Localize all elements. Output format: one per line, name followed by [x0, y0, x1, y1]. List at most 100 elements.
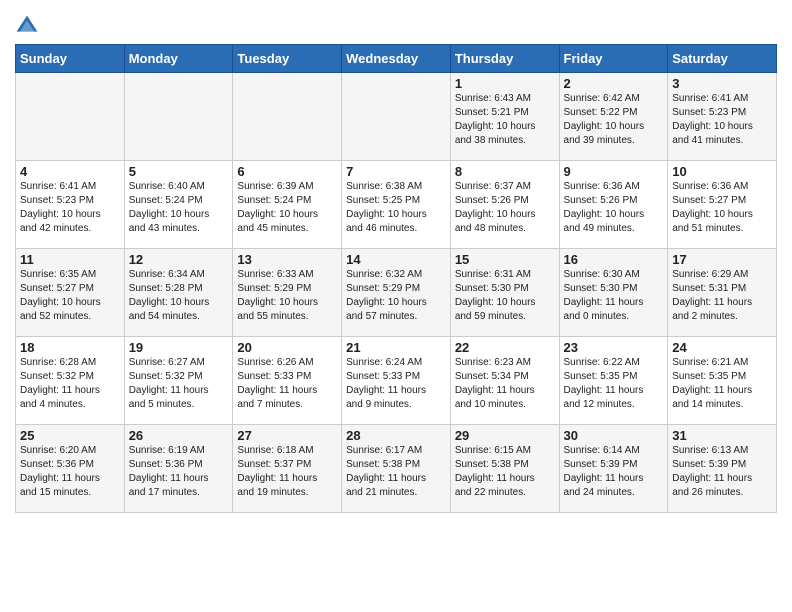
- calendar-day-cell: 10Sunrise: 6:36 AM Sunset: 5:27 PM Dayli…: [668, 161, 777, 249]
- day-number: 26: [129, 428, 229, 443]
- calendar-day-cell: 29Sunrise: 6:15 AM Sunset: 5:38 PM Dayli…: [450, 425, 559, 513]
- calendar-day-cell: 9Sunrise: 6:36 AM Sunset: 5:26 PM Daylig…: [559, 161, 668, 249]
- calendar-day-cell: 4Sunrise: 6:41 AM Sunset: 5:23 PM Daylig…: [16, 161, 125, 249]
- day-number: 30: [564, 428, 664, 443]
- calendar-day-cell: 11Sunrise: 6:35 AM Sunset: 5:27 PM Dayli…: [16, 249, 125, 337]
- calendar-day-cell: 2Sunrise: 6:42 AM Sunset: 5:22 PM Daylig…: [559, 73, 668, 161]
- calendar-table: SundayMondayTuesdayWednesdayThursdayFrid…: [15, 44, 777, 513]
- calendar-day-cell: 19Sunrise: 6:27 AM Sunset: 5:32 PM Dayli…: [124, 337, 233, 425]
- day-info: Sunrise: 6:29 AM Sunset: 5:31 PM Dayligh…: [672, 268, 772, 324]
- day-number: 17: [672, 252, 772, 267]
- day-info: Sunrise: 6:26 AM Sunset: 5:33 PM Dayligh…: [237, 356, 337, 412]
- day-number: 12: [129, 252, 229, 267]
- calendar-day-cell: 18Sunrise: 6:28 AM Sunset: 5:32 PM Dayli…: [16, 337, 125, 425]
- calendar-day-cell: 3Sunrise: 6:41 AM Sunset: 5:23 PM Daylig…: [668, 73, 777, 161]
- day-number: 18: [20, 340, 120, 355]
- calendar-week-row: 11Sunrise: 6:35 AM Sunset: 5:27 PM Dayli…: [16, 249, 777, 337]
- day-number: 7: [346, 164, 446, 179]
- day-number: 20: [237, 340, 337, 355]
- day-number: 25: [20, 428, 120, 443]
- day-info: Sunrise: 6:21 AM Sunset: 5:35 PM Dayligh…: [672, 356, 772, 412]
- day-info: Sunrise: 6:30 AM Sunset: 5:30 PM Dayligh…: [564, 268, 664, 324]
- calendar-day-cell: 25Sunrise: 6:20 AM Sunset: 5:36 PM Dayli…: [16, 425, 125, 513]
- logo-icon: [15, 14, 39, 38]
- calendar-week-row: 18Sunrise: 6:28 AM Sunset: 5:32 PM Dayli…: [16, 337, 777, 425]
- logo: [15, 14, 43, 38]
- calendar-day-cell: 23Sunrise: 6:22 AM Sunset: 5:35 PM Dayli…: [559, 337, 668, 425]
- day-info: Sunrise: 6:36 AM Sunset: 5:26 PM Dayligh…: [564, 180, 664, 236]
- day-info: Sunrise: 6:31 AM Sunset: 5:30 PM Dayligh…: [455, 268, 555, 324]
- day-info: Sunrise: 6:23 AM Sunset: 5:34 PM Dayligh…: [455, 356, 555, 412]
- calendar-day-cell: [124, 73, 233, 161]
- calendar-day-cell: 7Sunrise: 6:38 AM Sunset: 5:25 PM Daylig…: [342, 161, 451, 249]
- day-number: 1: [455, 76, 555, 91]
- day-number: 24: [672, 340, 772, 355]
- calendar-day-cell: 5Sunrise: 6:40 AM Sunset: 5:24 PM Daylig…: [124, 161, 233, 249]
- day-info: Sunrise: 6:39 AM Sunset: 5:24 PM Dayligh…: [237, 180, 337, 236]
- day-number: 29: [455, 428, 555, 443]
- day-number: 11: [20, 252, 120, 267]
- day-number: 13: [237, 252, 337, 267]
- day-header-friday: Friday: [559, 45, 668, 73]
- calendar-day-cell: 21Sunrise: 6:24 AM Sunset: 5:33 PM Dayli…: [342, 337, 451, 425]
- day-info: Sunrise: 6:41 AM Sunset: 5:23 PM Dayligh…: [20, 180, 120, 236]
- day-number: 27: [237, 428, 337, 443]
- day-number: 21: [346, 340, 446, 355]
- calendar-week-row: 4Sunrise: 6:41 AM Sunset: 5:23 PM Daylig…: [16, 161, 777, 249]
- calendar-day-cell: 22Sunrise: 6:23 AM Sunset: 5:34 PM Dayli…: [450, 337, 559, 425]
- day-number: 2: [564, 76, 664, 91]
- calendar-day-cell: [342, 73, 451, 161]
- day-info: Sunrise: 6:32 AM Sunset: 5:29 PM Dayligh…: [346, 268, 446, 324]
- calendar-day-cell: 13Sunrise: 6:33 AM Sunset: 5:29 PM Dayli…: [233, 249, 342, 337]
- day-info: Sunrise: 6:20 AM Sunset: 5:36 PM Dayligh…: [20, 444, 120, 500]
- calendar-day-cell: 6Sunrise: 6:39 AM Sunset: 5:24 PM Daylig…: [233, 161, 342, 249]
- day-number: 5: [129, 164, 229, 179]
- day-info: Sunrise: 6:14 AM Sunset: 5:39 PM Dayligh…: [564, 444, 664, 500]
- day-info: Sunrise: 6:38 AM Sunset: 5:25 PM Dayligh…: [346, 180, 446, 236]
- day-info: Sunrise: 6:41 AM Sunset: 5:23 PM Dayligh…: [672, 92, 772, 148]
- day-number: 31: [672, 428, 772, 443]
- calendar-day-cell: 31Sunrise: 6:13 AM Sunset: 5:39 PM Dayli…: [668, 425, 777, 513]
- day-info: Sunrise: 6:42 AM Sunset: 5:22 PM Dayligh…: [564, 92, 664, 148]
- day-info: Sunrise: 6:27 AM Sunset: 5:32 PM Dayligh…: [129, 356, 229, 412]
- day-info: Sunrise: 6:24 AM Sunset: 5:33 PM Dayligh…: [346, 356, 446, 412]
- day-info: Sunrise: 6:37 AM Sunset: 5:26 PM Dayligh…: [455, 180, 555, 236]
- day-header-tuesday: Tuesday: [233, 45, 342, 73]
- day-number: 15: [455, 252, 555, 267]
- day-number: 9: [564, 164, 664, 179]
- day-info: Sunrise: 6:13 AM Sunset: 5:39 PM Dayligh…: [672, 444, 772, 500]
- calendar-day-cell: 14Sunrise: 6:32 AM Sunset: 5:29 PM Dayli…: [342, 249, 451, 337]
- day-info: Sunrise: 6:17 AM Sunset: 5:38 PM Dayligh…: [346, 444, 446, 500]
- day-number: 19: [129, 340, 229, 355]
- calendar-header-row: SundayMondayTuesdayWednesdayThursdayFrid…: [16, 45, 777, 73]
- calendar-day-cell: 24Sunrise: 6:21 AM Sunset: 5:35 PM Dayli…: [668, 337, 777, 425]
- calendar-day-cell: 16Sunrise: 6:30 AM Sunset: 5:30 PM Dayli…: [559, 249, 668, 337]
- calendar-day-cell: 27Sunrise: 6:18 AM Sunset: 5:37 PM Dayli…: [233, 425, 342, 513]
- calendar-day-cell: [16, 73, 125, 161]
- calendar-day-cell: 20Sunrise: 6:26 AM Sunset: 5:33 PM Dayli…: [233, 337, 342, 425]
- day-header-sunday: Sunday: [16, 45, 125, 73]
- calendar-day-cell: 30Sunrise: 6:14 AM Sunset: 5:39 PM Dayli…: [559, 425, 668, 513]
- day-info: Sunrise: 6:15 AM Sunset: 5:38 PM Dayligh…: [455, 444, 555, 500]
- calendar-day-cell: 12Sunrise: 6:34 AM Sunset: 5:28 PM Dayli…: [124, 249, 233, 337]
- day-number: 8: [455, 164, 555, 179]
- day-info: Sunrise: 6:28 AM Sunset: 5:32 PM Dayligh…: [20, 356, 120, 412]
- day-header-saturday: Saturday: [668, 45, 777, 73]
- day-info: Sunrise: 6:33 AM Sunset: 5:29 PM Dayligh…: [237, 268, 337, 324]
- day-number: 14: [346, 252, 446, 267]
- calendar-day-cell: 28Sunrise: 6:17 AM Sunset: 5:38 PM Dayli…: [342, 425, 451, 513]
- day-number: 10: [672, 164, 772, 179]
- day-number: 3: [672, 76, 772, 91]
- day-header-monday: Monday: [124, 45, 233, 73]
- calendar-day-cell: 17Sunrise: 6:29 AM Sunset: 5:31 PM Dayli…: [668, 249, 777, 337]
- day-number: 4: [20, 164, 120, 179]
- day-info: Sunrise: 6:36 AM Sunset: 5:27 PM Dayligh…: [672, 180, 772, 236]
- day-number: 23: [564, 340, 664, 355]
- calendar-week-row: 25Sunrise: 6:20 AM Sunset: 5:36 PM Dayli…: [16, 425, 777, 513]
- day-number: 16: [564, 252, 664, 267]
- page-header: [15, 10, 777, 38]
- day-info: Sunrise: 6:19 AM Sunset: 5:36 PM Dayligh…: [129, 444, 229, 500]
- day-info: Sunrise: 6:35 AM Sunset: 5:27 PM Dayligh…: [20, 268, 120, 324]
- day-header-thursday: Thursday: [450, 45, 559, 73]
- day-number: 22: [455, 340, 555, 355]
